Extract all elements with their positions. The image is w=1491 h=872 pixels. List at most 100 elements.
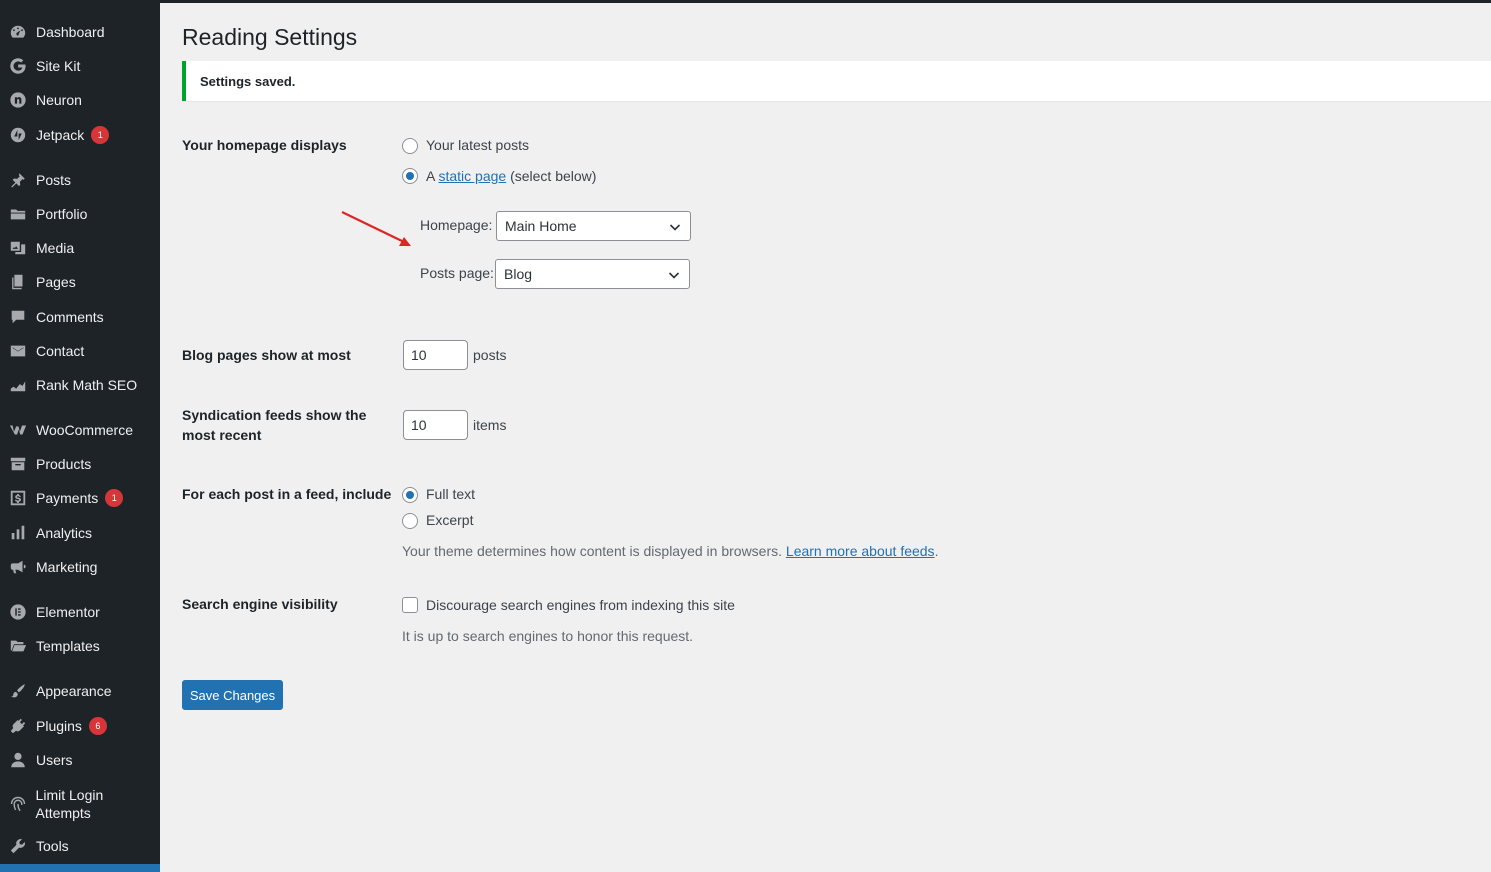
sidebar-item-marketing[interactable]: Marketing xyxy=(0,552,160,582)
save-changes-button[interactable]: Save Changes xyxy=(182,680,283,710)
feed-include-label: For each post in a feed, include xyxy=(182,486,392,502)
syndication-label-line1: Syndication feeds show the xyxy=(182,407,367,423)
sidebar-item-portfolio[interactable]: Portfolio xyxy=(0,199,160,229)
feed-items-input[interactable] xyxy=(403,410,468,440)
sidebar-item-label: Appearance xyxy=(36,683,112,699)
sidebar-item-pages[interactable]: Pages xyxy=(0,267,160,297)
google-g-icon xyxy=(0,51,36,81)
paintbrush-icon xyxy=(0,676,36,706)
pages-icon xyxy=(0,267,36,297)
jetpack-icon xyxy=(0,120,36,150)
sidebar-item-jetpack[interactable]: Jetpack 1 xyxy=(0,120,160,150)
sidebar-item-label: Media xyxy=(36,240,75,256)
sidebar-item-label: Dashboard xyxy=(36,24,105,40)
sidebar-item-appearance[interactable]: Appearance xyxy=(0,676,160,706)
sidebar-item-label: WooCommerce xyxy=(36,422,133,438)
static-page-link[interactable]: static page xyxy=(438,168,506,184)
notice-text: Settings saved. xyxy=(200,73,296,89)
sidebar-item-elementor[interactable]: Elementor xyxy=(0,597,160,627)
sidebar-item-label: Neuron xyxy=(36,92,82,108)
sidebar-item-woocommerce[interactable]: WooCommerce xyxy=(0,415,160,445)
dashboard-icon xyxy=(0,17,36,47)
rank-math-icon xyxy=(0,370,36,400)
full-text-radio[interactable] xyxy=(402,487,418,503)
sidebar-item-label: Rank Math SEO xyxy=(36,377,138,393)
sidebar-item-label: Plugins xyxy=(36,718,82,734)
megaphone-icon xyxy=(0,552,36,582)
sidebar-item-label: Elementor xyxy=(36,604,100,620)
latest-posts-radio[interactable] xyxy=(402,138,418,154)
sidebar-item-posts[interactable]: Posts xyxy=(0,165,160,195)
sidebar-item-products[interactable]: Products xyxy=(0,449,160,479)
posts-page-select[interactable]: Blog xyxy=(495,259,690,289)
feed-description: Your theme determines how content is dis… xyxy=(402,542,938,560)
sidebar-item-label: Comments xyxy=(36,309,104,325)
wrench-icon xyxy=(0,831,36,861)
envelope-icon xyxy=(0,336,36,366)
blog-pages-label: Blog pages show at most xyxy=(182,347,351,363)
sidebar-item-settings-active[interactable] xyxy=(0,864,160,872)
sidebar-item-limit-login-attempts[interactable]: Limit Login Attempts xyxy=(0,784,160,824)
neuron-icon xyxy=(0,85,36,115)
discourage-search-checkbox[interactable] xyxy=(402,597,418,613)
posts-page-select-label: Posts page: xyxy=(420,265,494,281)
notification-count-badge: 1 xyxy=(105,489,124,507)
update-count-badge: 6 xyxy=(88,717,107,735)
sidebar-item-contact[interactable]: Contact xyxy=(0,336,160,366)
sidebar-item-tools[interactable]: Tools xyxy=(0,831,160,861)
sidebar-item-label: Products xyxy=(36,456,92,472)
homepage-select[interactable]: Main Home xyxy=(496,211,691,241)
folder-icon xyxy=(0,199,36,229)
search-visibility-label: Search engine visibility xyxy=(182,596,338,612)
search-visibility-description: It is up to search engines to honor this… xyxy=(402,628,694,644)
discourage-search-label: Discourage search engines from indexing … xyxy=(426,597,735,613)
update-count-badge: 1 xyxy=(91,126,110,144)
admin-sidebar: Dashboard Site Kit Neuron Jetpack 1 Post… xyxy=(0,0,160,872)
sidebar-item-label: Contact xyxy=(36,343,85,359)
static-page-option-label: A static page (select below) xyxy=(426,167,596,185)
static-page-radio[interactable] xyxy=(402,168,418,184)
sidebar-item-label: Users xyxy=(36,752,73,768)
homepage-select-label: Homepage: xyxy=(420,217,493,233)
pin-icon xyxy=(0,165,36,195)
page-title: Reading Settings xyxy=(182,24,358,50)
sidebar-item-payments[interactable]: Payments 1 xyxy=(0,483,160,513)
sidebar-item-dashboard[interactable]: Dashboard xyxy=(0,17,160,47)
sidebar-item-templates[interactable]: Templates xyxy=(0,631,160,661)
sidebar-item-media[interactable]: Media xyxy=(0,233,160,263)
sidebar-item-label: Site Kit xyxy=(36,58,81,74)
learn-more-feeds-link[interactable]: Learn more about feeds xyxy=(786,543,935,559)
chevron-down-icon xyxy=(668,272,680,279)
plug-icon xyxy=(0,711,36,741)
sidebar-item-site-kit[interactable]: Site Kit xyxy=(0,51,160,81)
sidebar-item-plugins[interactable]: Plugins 6 xyxy=(0,711,160,741)
latest-posts-option-label: Your latest posts xyxy=(426,137,529,153)
posts-page-select-value: Blog xyxy=(504,266,533,282)
feed-description-text: Your theme determines how content is dis… xyxy=(402,543,786,559)
sidebar-item-label: Templates xyxy=(36,638,100,654)
bar-chart-icon xyxy=(0,518,36,548)
static-page-prefix: A xyxy=(426,168,439,184)
feed-description-suffix: . xyxy=(934,543,939,559)
sidebar-item-neuron[interactable]: Neuron xyxy=(0,85,160,115)
homepage-displays-label: Your homepage displays xyxy=(182,137,347,153)
user-icon xyxy=(0,745,36,775)
static-page-suffix: (select below) xyxy=(506,168,597,184)
posts-unit-label: posts xyxy=(473,347,507,363)
sidebar-item-label: Payments xyxy=(36,490,99,506)
comment-icon xyxy=(0,302,36,332)
sidebar-item-label: Posts xyxy=(36,172,72,188)
homepage-select-value: Main Home xyxy=(505,218,577,234)
sidebar-item-label: Limit Login Attempts xyxy=(35,787,104,821)
sidebar-item-comments[interactable]: Comments xyxy=(0,302,160,332)
sidebar-item-label: Portfolio xyxy=(36,206,88,222)
excerpt-radio[interactable] xyxy=(402,513,418,529)
sidebar-item-analytics[interactable]: Analytics xyxy=(0,518,160,548)
syndication-label-line2: most recent xyxy=(182,427,262,443)
dollar-icon xyxy=(0,483,36,513)
posts-per-page-input[interactable] xyxy=(403,340,468,370)
sidebar-item-rank-math-seo[interactable]: Rank Math SEO xyxy=(0,370,160,400)
sidebar-item-users[interactable]: Users xyxy=(0,745,160,775)
sidebar-item-label: Analytics xyxy=(36,525,93,541)
media-icon xyxy=(0,233,36,263)
